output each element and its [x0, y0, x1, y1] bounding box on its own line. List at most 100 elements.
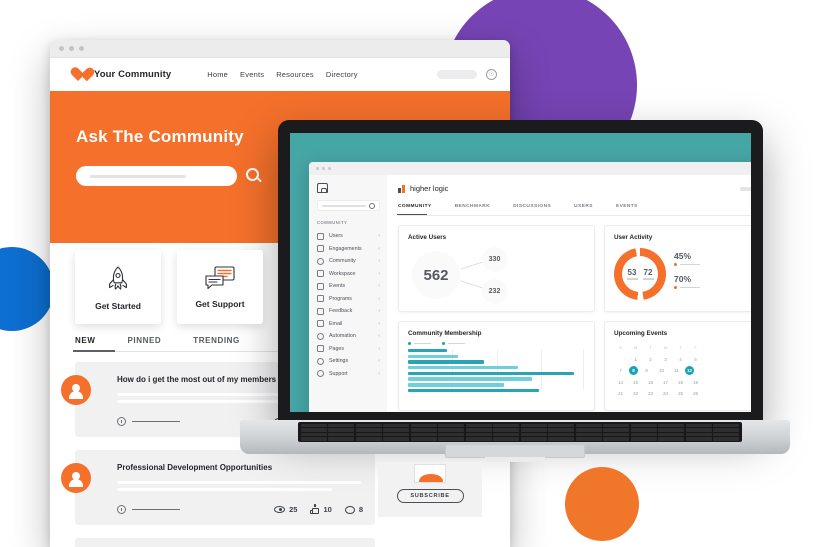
keyboard-key [383, 428, 410, 432]
calendar-day[interactable]: 26 [689, 389, 702, 398]
sidebar-item-feedback[interactable]: Feedback ‹ [317, 305, 380, 318]
sidebar-item-automation[interactable]: Automation ‹ [317, 330, 380, 343]
sidebar-item-support[interactable]: Support ‹ [317, 368, 380, 381]
calendar-day[interactable]: 14 [614, 378, 627, 387]
sidebar-item-email[interactable]: Email ‹ [317, 318, 380, 331]
nav-search-pill[interactable] [437, 70, 477, 79]
tab-discussions[interactable]: DISCUSSIONS [513, 204, 551, 209]
calendar-day[interactable]: 2 [644, 355, 657, 364]
site-brand[interactable]: Your Community [70, 67, 171, 83]
sidebar-item-label: Events [329, 283, 346, 290]
calendar-day[interactable]: 19 [689, 378, 702, 387]
calendar-day[interactable]: 3 [659, 355, 672, 364]
calendar-row: 7 8 9 10 11 12 [614, 366, 751, 375]
laptop-keyboard [298, 422, 742, 442]
calendar-day[interactable]: 15 [629, 378, 642, 387]
nav-link-home[interactable]: Home [207, 70, 228, 79]
get-support-card[interactable]: Get Support [177, 250, 263, 324]
search-input[interactable] [76, 166, 237, 186]
user-avatar-icon [61, 463, 91, 493]
window-close-dot[interactable] [59, 46, 64, 51]
keyboard-key [685, 432, 712, 436]
calendar-header-row: S M T W T F [614, 343, 751, 352]
calendar-day[interactable]: 4 [674, 355, 687, 364]
sidebar-item-settings[interactable]: Settings ‹ [317, 355, 380, 368]
calendar-day[interactable]: 5 [689, 355, 702, 364]
sidebar-search-input[interactable] [317, 200, 380, 211]
tab-events[interactable]: EVENTS [616, 204, 638, 209]
tab-community[interactable]: COMMUNITY [397, 204, 432, 215]
calendar-day[interactable]: 23 [644, 389, 657, 398]
tab-trending[interactable]: TRENDING [193, 336, 240, 345]
bar [408, 388, 539, 393]
calendar-weekday: M [633, 345, 638, 350]
nav-link-directory[interactable]: Directory [326, 70, 358, 79]
browser-titlebar [50, 40, 510, 58]
sidebar-item-workspace[interactable]: Workspace ‹ [317, 268, 380, 281]
home-icon[interactable] [317, 183, 328, 193]
user-activity-card: User Activity 53 72 45% 70% [604, 225, 751, 312]
active-users-chart: 562 330 232 [408, 246, 585, 304]
user-circle-icon[interactable]: ☉ [486, 69, 497, 80]
get-started-card[interactable]: Get Started [75, 250, 161, 324]
bar [408, 366, 518, 370]
keyboard-key [355, 428, 382, 432]
sidebar-item-pages[interactable]: Pages ‹ [317, 343, 380, 356]
calendar-day[interactable]: 11 [670, 366, 683, 375]
search-placeholder [90, 174, 186, 178]
dashboard-tabs: COMMUNITY BENCHMARK DISCUSSIONS USERS EV… [397, 203, 751, 216]
keyboard-key [410, 428, 437, 432]
post-meta: 25 10 8 [117, 504, 363, 514]
calendar-day[interactable]: 7 [614, 366, 627, 375]
sidebar-item-community[interactable]: Community ‹ [317, 255, 380, 268]
keyboard-key [520, 432, 547, 436]
window-minimize-dot[interactable] [69, 46, 74, 51]
tab-users[interactable]: USERS [574, 204, 593, 209]
calendar-day[interactable] [614, 355, 627, 364]
chevron-icon: ‹ [378, 345, 380, 352]
calendar-day[interactable]: 22 [629, 389, 642, 398]
keyboard-key [465, 432, 492, 436]
community-icon [317, 257, 324, 265]
calendar-day[interactable]: 24 [659, 389, 672, 398]
sidebar-item-engagements[interactable]: Engagements ‹ [317, 243, 380, 256]
calendar-day[interactable]: 16 [644, 378, 657, 387]
calendar-day-highlighted[interactable]: 12 [685, 366, 694, 375]
keyboard-key [713, 432, 739, 436]
nav-link-resources[interactable]: Resources [276, 70, 314, 79]
window-maximize-dot[interactable] [328, 167, 331, 170]
sidebar-item-programs[interactable]: Programs ‹ [317, 293, 380, 306]
calendar-day-highlighted[interactable]: 8 [629, 366, 638, 375]
dashboard-search-pill[interactable] [740, 186, 751, 191]
calendar-day[interactable]: 9 [640, 366, 653, 375]
calendar-day[interactable]: 25 [674, 389, 687, 398]
legend-entry [408, 342, 431, 345]
calendar-day[interactable]: 1 [629, 355, 642, 364]
sidebar-item-events[interactable]: Events ‹ [317, 280, 380, 293]
higher-logic-logo[interactable]: higher logic [398, 184, 448, 193]
laptop-screen-lid: COMMUNITY Users ‹ Engagements ‹ Communit… [278, 120, 763, 425]
window-minimize-dot[interactable] [322, 167, 325, 170]
tab-benchmark[interactable]: BENCHMARK [455, 204, 491, 209]
keyboard-key [575, 428, 602, 432]
post-timestamp-placeholder [132, 508, 180, 511]
calendar-day[interactable]: 21 [614, 389, 627, 398]
calendar-day[interactable]: 10 [655, 366, 668, 375]
list-item[interactable]: Call for Volunteers 25 10 [75, 538, 375, 547]
tab-pinned[interactable]: PINNED [127, 336, 161, 345]
calendar-weekday: T [679, 345, 682, 350]
tab-new[interactable]: NEW [72, 336, 116, 352]
eye-icon [274, 506, 286, 513]
keyboard-key [438, 432, 465, 436]
nav-link-events[interactable]: Events [240, 70, 264, 79]
sidebar-item-users[interactable]: Users ‹ [317, 230, 380, 243]
calendar-day[interactable]: 18 [674, 378, 687, 387]
search-icon [369, 202, 375, 209]
subscribe-button[interactable]: SUBSCRIBE [396, 489, 464, 503]
keyboard-key [548, 428, 575, 432]
thumbs-up-icon [310, 504, 320, 514]
calendar-day[interactable]: 17 [659, 378, 672, 387]
window-maximize-dot[interactable] [79, 46, 84, 51]
window-close-dot[interactable] [316, 167, 319, 170]
chevron-icon: ‹ [378, 320, 380, 327]
